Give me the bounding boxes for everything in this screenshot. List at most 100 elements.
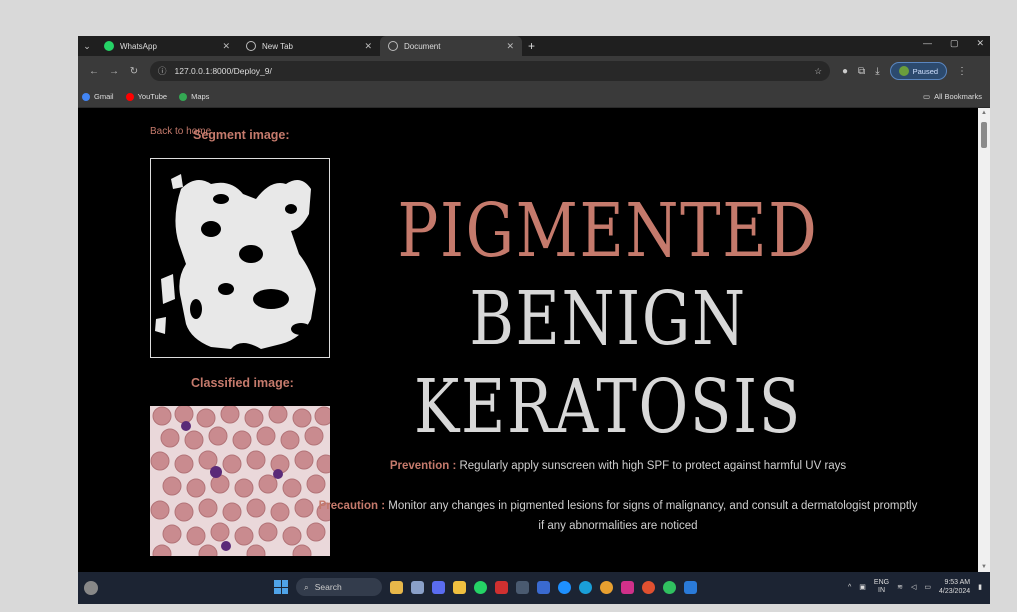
store-icon[interactable] bbox=[516, 580, 529, 594]
notification-icon[interactable]: ▮ bbox=[978, 583, 982, 591]
all-bookmarks-button[interactable]: ▭ All Bookmarks bbox=[923, 92, 986, 101]
headline-pigmented: PIGMENTED bbox=[397, 188, 819, 274]
taskbar-search[interactable]: ⌕ Search bbox=[296, 578, 382, 596]
bookmark-gmail[interactable]: Gmail bbox=[82, 92, 114, 101]
url-text: 127.0.0.1:8000/Deploy_9/ bbox=[174, 66, 272, 76]
close-icon[interactable]: ✕ bbox=[506, 41, 514, 52]
search-placeholder: Search bbox=[314, 582, 342, 592]
task-view-icon[interactable] bbox=[411, 580, 424, 594]
window-controls: — ▢ ✕ bbox=[923, 38, 984, 49]
classified-image-title: Classified image: bbox=[191, 376, 294, 390]
search-icon: ⌕ bbox=[304, 581, 309, 592]
wifi-icon[interactable]: ≋ bbox=[897, 583, 903, 591]
vertical-scrollbar[interactable]: ▲ ▼ bbox=[978, 108, 990, 572]
prevention-text: Prevention : Regularly apply sunscreen w… bbox=[318, 460, 918, 472]
close-icon[interactable]: ✕ bbox=[222, 41, 230, 52]
bookmark-label: Maps bbox=[191, 92, 210, 101]
clock-time: 9:53 AM bbox=[944, 579, 971, 586]
extension-icon[interactable]: ● bbox=[842, 66, 848, 77]
scrollbar-thumb[interactable] bbox=[981, 122, 987, 148]
bookmark-label: YouTube bbox=[137, 92, 168, 101]
tab-whatsapp[interactable]: WhatsApp ✕ bbox=[96, 36, 238, 56]
tray-app-icon[interactable]: ▣ bbox=[859, 583, 866, 591]
extensions-puzzle-icon[interactable]: ⧉ bbox=[858, 66, 865, 77]
bookmark-label: Gmail bbox=[94, 92, 114, 101]
tab-new-tab[interactable]: New Tab ✕ bbox=[238, 36, 380, 56]
region-code: IN bbox=[878, 587, 885, 594]
back-arrow-icon[interactable]: ← bbox=[84, 66, 104, 77]
chrome-icon[interactable] bbox=[600, 580, 613, 594]
maximize-icon[interactable]: ▢ bbox=[950, 38, 959, 49]
app-icon-2[interactable] bbox=[642, 580, 655, 594]
google-icon bbox=[82, 92, 90, 101]
tab-strip: ⌄ WhatsApp ✕ New Tab ✕ Document ✕ + — ▢ … bbox=[78, 36, 990, 56]
chrome-icon bbox=[246, 41, 256, 51]
close-window-icon[interactable]: ✕ bbox=[976, 38, 984, 49]
download-icon[interactable]: ⤓ bbox=[875, 66, 879, 77]
browser-window: ⌄ WhatsApp ✕ New Tab ✕ Document ✕ + — ▢ … bbox=[78, 36, 990, 604]
address-bar[interactable]: ⓘ 127.0.0.1:8000/Deploy_9/ ☆ bbox=[150, 61, 830, 81]
app-icon-3[interactable] bbox=[663, 580, 676, 594]
all-bookmarks-label: All Bookmarks bbox=[934, 92, 982, 101]
site-info-icon[interactable]: ⓘ bbox=[158, 65, 167, 77]
system-tray: ^ ▣ ENG IN ≋ ◁ ▭ 9:53 AM 4/23/2024 ▮ bbox=[848, 578, 982, 596]
tab-search-icon[interactable]: ⌄ bbox=[78, 41, 96, 52]
widgets-icon[interactable] bbox=[390, 580, 403, 594]
minimize-icon[interactable]: — bbox=[923, 38, 932, 49]
bookmark-star-icon[interactable]: ☆ bbox=[814, 66, 822, 77]
youtube-icon bbox=[125, 92, 134, 101]
tab-title: WhatsApp bbox=[120, 41, 157, 51]
avatar bbox=[898, 66, 909, 76]
bookmark-youtube[interactable]: YouTube bbox=[125, 92, 168, 101]
forward-arrow-icon[interactable]: → bbox=[104, 66, 124, 77]
page-content: Back to home Segment image: Classified i… bbox=[78, 108, 978, 572]
toolbar-actions: ● ⧉ ⤓ Paused ⋮ bbox=[842, 62, 967, 80]
profile-button[interactable]: Paused bbox=[889, 62, 948, 80]
scroll-up-icon[interactable]: ▲ bbox=[978, 110, 990, 116]
bookmarks-bar: Gmail YouTube Maps ▭ All Bookmarks bbox=[78, 86, 990, 108]
windows-start-icon[interactable] bbox=[274, 580, 288, 594]
whatsapp-icon[interactable] bbox=[474, 580, 487, 594]
chevron-up-icon[interactable]: ^ bbox=[848, 584, 851, 591]
scroll-down-icon[interactable]: ▼ bbox=[978, 564, 990, 570]
instagram-icon[interactable] bbox=[621, 580, 634, 594]
tab-document[interactable]: Document ✕ bbox=[380, 36, 522, 56]
taskbar-apps: ⌕ Search bbox=[274, 578, 697, 596]
blood-smear-graphic bbox=[150, 406, 330, 556]
battery-icon[interactable]: ▭ bbox=[924, 583, 931, 591]
close-icon[interactable]: ✕ bbox=[364, 41, 372, 52]
segment-image bbox=[150, 158, 330, 358]
segmentation-mask-graphic bbox=[151, 159, 329, 357]
cortana-icon[interactable] bbox=[558, 580, 571, 594]
file-explorer-icon[interactable] bbox=[453, 580, 466, 594]
classified-image bbox=[150, 406, 330, 556]
edge-icon[interactable] bbox=[579, 580, 592, 594]
headline-benign: BENIGN bbox=[469, 276, 747, 362]
teams-icon[interactable] bbox=[432, 580, 445, 594]
folder-icon: ▭ bbox=[922, 92, 931, 101]
menu-kebab-icon[interactable]: ⋮ bbox=[957, 66, 967, 77]
precaution-text: Precaution : Monitor any changes in pigm… bbox=[318, 496, 918, 536]
profile-status: Paused bbox=[912, 66, 939, 76]
precaution-body: Monitor any changes in pigmented lesions… bbox=[385, 500, 918, 532]
mcafee-icon[interactable] bbox=[495, 580, 508, 594]
bookmark-maps[interactable]: Maps bbox=[179, 92, 209, 101]
volume-icon[interactable]: ◁ bbox=[911, 583, 916, 591]
app-icon[interactable] bbox=[537, 580, 550, 594]
reload-icon[interactable]: ↻ bbox=[124, 66, 144, 77]
tab-title: New Tab bbox=[262, 41, 293, 51]
vscode-icon[interactable] bbox=[684, 580, 697, 594]
weather-icon[interactable] bbox=[84, 581, 98, 595]
precaution-label: Precaution : bbox=[318, 500, 386, 512]
language-indicator[interactable]: ENG IN bbox=[874, 579, 889, 595]
segment-image-title: Segment image: bbox=[193, 128, 290, 142]
globe-icon bbox=[388, 41, 398, 51]
prevention-label: Prevention : bbox=[389, 460, 457, 472]
prevention-body: Regularly apply sunscreen with high SPF … bbox=[456, 460, 847, 472]
clock-date: 4/23/2024 bbox=[938, 588, 971, 595]
whatsapp-icon bbox=[104, 41, 114, 51]
toolbar: ← → ↻ ⓘ 127.0.0.1:8000/Deploy_9/ ☆ ● ⧉ ⤓… bbox=[78, 56, 990, 86]
tab-title: Document bbox=[404, 41, 441, 51]
clock[interactable]: 9:53 AM 4/23/2024 bbox=[939, 578, 970, 596]
new-tab-icon[interactable]: + bbox=[528, 39, 535, 53]
